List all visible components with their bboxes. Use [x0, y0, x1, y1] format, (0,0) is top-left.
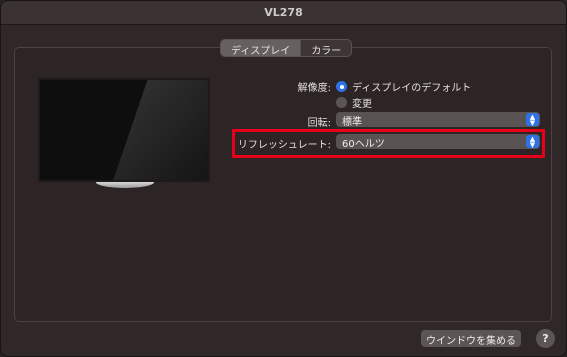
- resolution-scaled-label: 変更: [352, 99, 372, 110]
- chevron-updown-icon: ▲ ▼: [526, 113, 539, 127]
- radio-selected-icon: [336, 81, 347, 92]
- resolution-label: 解像度:: [297, 83, 331, 94]
- rotation-value: 標準: [342, 117, 362, 128]
- tab-color[interactable]: カラー: [300, 40, 351, 56]
- resolution-default-option[interactable]: ディスプレイのデフォルト: [336, 79, 471, 94]
- radio-unselected-icon: [336, 97, 347, 108]
- refresh-rate-highlight-box: [232, 129, 545, 158]
- gather-windows-button[interactable]: ウインドウを集める: [421, 330, 521, 347]
- screen-glare: [40, 80, 208, 180]
- resolution-scaled-option[interactable]: 変更: [336, 95, 372, 110]
- monitor-image: [38, 78, 210, 182]
- tab-bar: ディスプレイ カラー: [220, 39, 353, 57]
- resolution-default-label: ディスプレイのデフォルト: [352, 83, 472, 94]
- rotation-select[interactable]: 標準 ▲ ▼: [336, 112, 540, 128]
- window-title: VL278: [264, 6, 303, 19]
- rotation-label: 回転:: [307, 118, 331, 129]
- title-bar: VL278: [1, 1, 566, 25]
- help-button[interactable]: ?: [536, 329, 555, 348]
- tab-display[interactable]: ディスプレイ: [221, 40, 301, 56]
- display-preferences-window: VL278 ディスプレイ カラー 解像度: ディスプレイのデフォルト 変更 回転…: [0, 0, 567, 357]
